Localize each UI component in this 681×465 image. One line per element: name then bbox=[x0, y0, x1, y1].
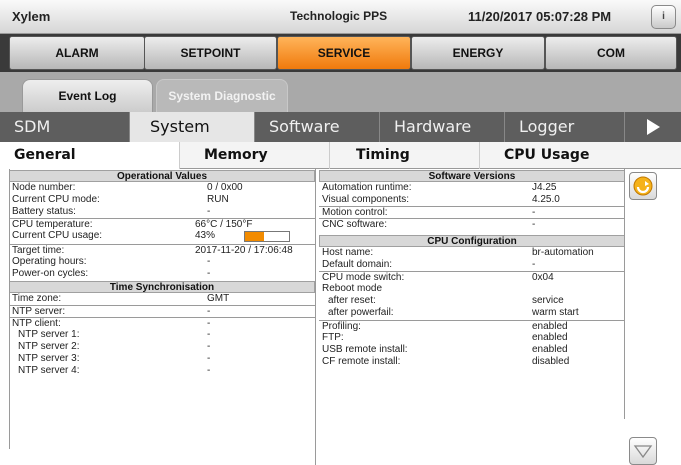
row-ftp: FTP: enabled bbox=[322, 332, 568, 343]
section-tab-bar: SDM System Software Hardware Logger bbox=[0, 112, 681, 142]
scroll-down-icon bbox=[633, 445, 653, 459]
operational-values-header: Operational Values bbox=[9, 170, 315, 182]
tab-sdm[interactable]: SDM bbox=[0, 112, 130, 142]
tab-alarm[interactable]: ALARM bbox=[9, 36, 145, 70]
row-motion-control: Motion control: - bbox=[319, 206, 625, 218]
row-ntp-server-2: NTP server 2: - bbox=[18, 341, 211, 352]
cpu-usage-bar-fill bbox=[245, 232, 264, 241]
row-usb-remote-install: USB remote install: enabled bbox=[322, 344, 568, 355]
row-host-name: Host name: br-automation bbox=[322, 247, 594, 258]
row-ntp-server: NTP server: - bbox=[9, 305, 315, 317]
column-divider bbox=[315, 169, 316, 465]
app-name: Xylem bbox=[12, 9, 51, 24]
main-nav: ALARM SETPOINT SERVICE ENERGY COM bbox=[0, 34, 681, 72]
info-button[interactable]: i bbox=[651, 5, 676, 29]
tab-energy[interactable]: ENERGY bbox=[411, 36, 545, 70]
tab-system[interactable]: System bbox=[130, 112, 255, 142]
row-default-domain: Default domain: - bbox=[322, 259, 536, 270]
tab-service[interactable]: SERVICE bbox=[277, 36, 411, 70]
detail-tab-bar: General Memory Timing CPU Usage bbox=[0, 142, 681, 169]
cpu-usage-bar bbox=[244, 231, 290, 242]
row-ntp-client: NTP client: - bbox=[9, 317, 315, 329]
right-panel: Software Versions Automation runtime: J4… bbox=[319, 170, 625, 368]
tab-software[interactable]: Software bbox=[255, 112, 380, 142]
row-power-on-cycles: Power-on cycles: - bbox=[12, 268, 211, 279]
row-cpu-temperature: CPU temperature: 66°C / 150°F bbox=[9, 218, 315, 230]
tab-system-diagnostic[interactable]: System Diagnostic bbox=[156, 79, 288, 112]
next-tabs-button[interactable] bbox=[625, 112, 681, 142]
row-node-number: Node number: 0 / 0x00 bbox=[12, 182, 243, 193]
left-panel: Operational Values Node number: 0 / 0x00… bbox=[9, 170, 315, 377]
row-battery-status: Battery status: - bbox=[12, 206, 211, 217]
row-cnc-software: CNC software: - bbox=[319, 218, 625, 230]
left-border bbox=[9, 169, 10, 449]
row-automation-runtime: Automation runtime: J4.25 bbox=[322, 182, 557, 193]
tab-logger[interactable]: Logger bbox=[505, 112, 625, 142]
row-operating-hours: Operating hours: - bbox=[12, 256, 211, 267]
tab-hardware[interactable]: Hardware bbox=[380, 112, 505, 142]
row-after-reset: after reset: service bbox=[328, 295, 564, 306]
tab-cpu-usage[interactable]: CPU Usage bbox=[480, 142, 681, 169]
row-visual-components: Visual components: 4.25.0 bbox=[322, 194, 560, 205]
title-bar: Xylem Technologic PPS 11/20/2017 05:07:2… bbox=[0, 0, 681, 34]
row-reboot-mode: Reboot mode bbox=[322, 283, 383, 294]
row-cpu-usage: Current CPU usage: 43% bbox=[9, 230, 315, 244]
date-time: 11/20/2017 05:07:28 PM bbox=[468, 9, 612, 24]
next-arrow-icon bbox=[646, 119, 660, 135]
tab-timing[interactable]: Timing bbox=[330, 142, 480, 169]
info-icon: i bbox=[662, 11, 665, 22]
row-profiling: Profiling: enabled bbox=[319, 320, 625, 332]
row-ntp-server-1: NTP server 1: - bbox=[18, 329, 211, 340]
row-time-zone: Time zone: GMT bbox=[12, 293, 230, 304]
tab-setpoint[interactable]: SETPOINT bbox=[144, 36, 277, 70]
time-sync-header: Time Synchronisation bbox=[9, 281, 315, 293]
project-name: Technologic PPS bbox=[290, 9, 388, 23]
tab-event-log[interactable]: Event Log bbox=[22, 79, 153, 112]
software-versions-header: Software Versions bbox=[319, 170, 625, 182]
row-target-time: Target time: 2017-11-20 / 17:06:48 bbox=[9, 244, 315, 256]
sub-tab-bar: Event Log System Diagnostic bbox=[0, 72, 681, 112]
row-after-powerfail: after powerfail: warm start bbox=[328, 307, 579, 318]
right-border bbox=[624, 169, 625, 419]
scroll-down-button[interactable] bbox=[629, 437, 657, 465]
row-ntp-server-3: NTP server 3: - bbox=[18, 353, 211, 364]
refresh-icon bbox=[633, 176, 653, 196]
refresh-button[interactable] bbox=[629, 172, 657, 200]
row-ntp-server-4: NTP server 4: - bbox=[18, 365, 211, 376]
tab-memory[interactable]: Memory bbox=[180, 142, 330, 169]
row-cf-remote-install: CF remote install: disabled bbox=[322, 356, 570, 367]
cpu-configuration-header: CPU Configuration bbox=[319, 235, 625, 247]
row-cpu-mode: Current CPU mode: RUN bbox=[12, 194, 229, 205]
tab-com[interactable]: COM bbox=[545, 36, 677, 70]
tab-general[interactable]: General bbox=[0, 142, 180, 169]
row-cpu-mode-switch: CPU mode switch: 0x04 bbox=[319, 271, 625, 283]
